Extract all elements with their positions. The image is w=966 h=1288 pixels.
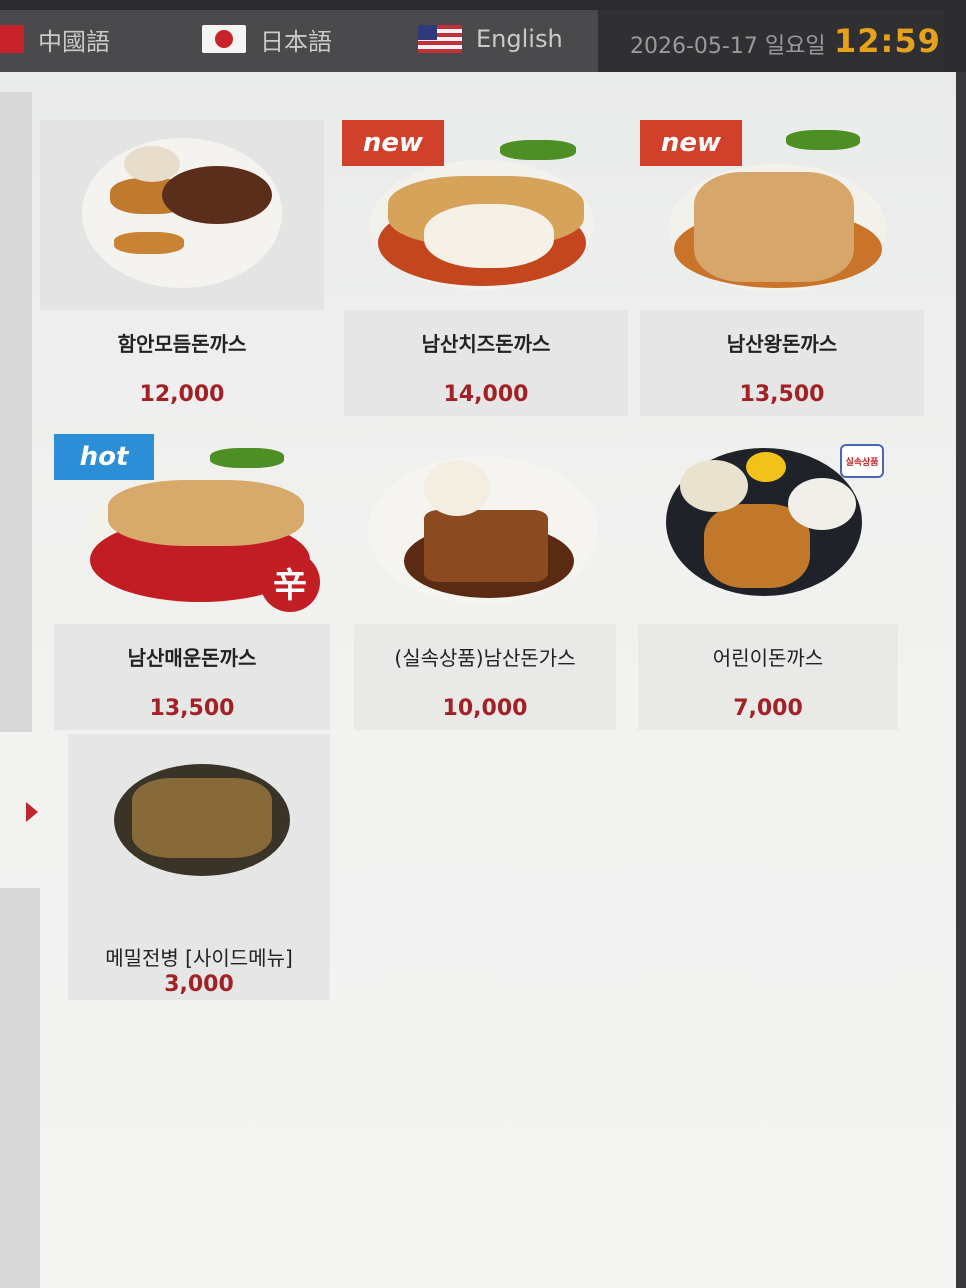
- language-english-button[interactable]: English: [418, 24, 563, 54]
- menu-item-price: 13,500: [739, 382, 825, 407]
- food-photo: [68, 734, 330, 924]
- china-flag-icon: [0, 25, 24, 53]
- menu-item-buckwheat-crepe[interactable]: 메밀전병 [사이드메뉴] 3,000: [68, 734, 330, 1030]
- menu-item-namsan-king[interactable]: new 남산왕돈까스 13,500: [640, 120, 924, 416]
- scroll-arrow-icon[interactable]: [26, 802, 38, 822]
- menu-item-name: (실속상품)남산돈가스: [394, 646, 576, 670]
- language-label: English: [476, 25, 563, 53]
- time-text: 12:59: [834, 22, 941, 60]
- language-chinese-button[interactable]: 中國語: [0, 24, 110, 56]
- menu-item-hamman-mixed[interactable]: 함안모듬돈까스 12,000: [40, 120, 324, 416]
- new-badge: new: [342, 120, 444, 166]
- kiosk-frame: [956, 72, 966, 1288]
- category-rail: [0, 92, 32, 732]
- category-rail-lower: [0, 888, 40, 1288]
- menu-item-name: 어린이돈까스: [712, 646, 824, 670]
- menu-item-price: 10,000: [442, 696, 528, 721]
- menu-item-price: 3,000: [164, 972, 234, 997]
- menu-item-price: 12,000: [139, 382, 225, 407]
- new-badge: new: [640, 120, 742, 166]
- menu-item-namsan-spicy[interactable]: hot 辛 남산매운돈까스 13,500: [54, 434, 330, 730]
- language-label: 中國語: [38, 27, 110, 56]
- menu-item-name: 남산매운돈까스: [127, 646, 257, 670]
- menu-screen: 함안모듬돈까스 12,000 new 남산치즈돈까스 14,000 new 남산…: [0, 72, 958, 1288]
- menu-item-kids[interactable]: 실속상품 어린이돈까스 7,000: [638, 434, 898, 730]
- menu-item-price: 14,000: [443, 382, 529, 407]
- menu-item-value-namsan[interactable]: (실속상품)남산돈가스 10,000: [354, 434, 616, 730]
- language-japanese-button[interactable]: 日本語: [202, 24, 332, 56]
- clock-panel: 2026-05-17 일요일 12:59: [598, 10, 944, 72]
- menu-item-price: 7,000: [733, 696, 803, 721]
- language-label: 日本語: [260, 27, 332, 56]
- menu-item-price: 13,500: [149, 696, 235, 721]
- food-photo: [354, 434, 616, 624]
- us-flag-icon: [418, 25, 462, 53]
- japan-flag-icon: [202, 25, 246, 53]
- value-product-sticker-icon: 실속상품: [840, 444, 884, 478]
- menu-item-name: 메밀전병 [사이드메뉴]: [105, 946, 293, 970]
- date-text: 2026-05-17 일요일: [630, 34, 826, 59]
- menu-item-name: 함안모듬돈까스: [117, 332, 247, 356]
- menu-item-namsan-cheese[interactable]: new 남산치즈돈까스 14,000: [342, 120, 628, 416]
- food-photo: [40, 120, 324, 310]
- spicy-icon: 辛: [260, 552, 320, 612]
- menu-item-name: 남산치즈돈까스: [421, 332, 551, 356]
- language-bar: 中國語 日本語 English 2026-05-17 일요일 12:59: [0, 10, 944, 72]
- hot-badge: hot: [54, 434, 154, 480]
- menu-item-name: 남산왕돈까스: [726, 332, 838, 356]
